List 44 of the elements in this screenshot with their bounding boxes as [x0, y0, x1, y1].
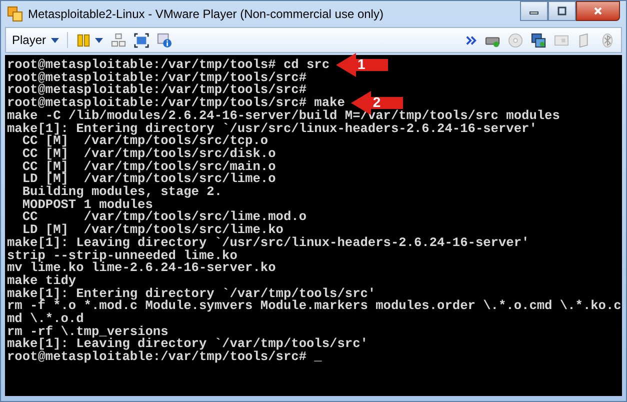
double-chevron-icon[interactable] — [466, 34, 477, 46]
terminal-line: make -C /lib/modules/2.6.24-16-server/build M=/var/tmp/tools/src modules — [7, 110, 560, 123]
terminal-line: strip --strip-unneeded lime.ko — [7, 250, 238, 262]
terminal-line: root@metasploitable:/var/tmp/tools/src# — [7, 72, 306, 84]
maximize-icon — [557, 6, 567, 16]
step-number: 2 — [372, 94, 381, 110]
bluetooth-icon[interactable] — [600, 32, 615, 48]
terminal-line: make[1]: Leaving directory `/var/tmp/tools/src' — [7, 338, 368, 352]
terminal-line: rm -f *.o *.mod.c Module.symvers Module.markers modules.order \.*.o.cmd \.*.ko.c — [7, 300, 622, 314]
terminal-line: root@metasploitable:/var/tmp/tools/src# _ — [7, 351, 322, 364]
terminal-line: root@metasploitable:/var/tmp/tools# cd src — [7, 59, 330, 72]
maximize-button[interactable] — [548, 1, 576, 21]
window-title: Metasploitable2-Linux - VMware Player (Non-commercial use only) — [28, 7, 384, 21]
step-number: 1 — [358, 56, 366, 72]
terminal-line: root@metasploitable:/var/tmp/tools/src# make — [7, 97, 345, 110]
close-icon — [593, 6, 603, 16]
terminal-line: md \.*.o.d — [7, 313, 84, 326]
minimize-button[interactable] — [520, 1, 548, 21]
player-menu[interactable]: Player — [12, 33, 60, 47]
terminal-line: mv lime.ko lime-2.6.24-16-server.ko — [7, 262, 276, 275]
terminal-line: make tidy — [7, 274, 76, 288]
pause-icon[interactable] — [76, 32, 92, 48]
network-adapter-icon[interactable] — [531, 32, 546, 48]
terminal-line: root@metasploitable:/var/tmp/tools/src# — [7, 84, 306, 98]
terminal-line: make[1]: Leaving directory `/usr/src/linux-headers-2.6.24-16-server' — [7, 236, 530, 250]
close-button[interactable] — [576, 1, 620, 21]
terminal-line: CC [M] /var/tmp/tools/src/tcp.o — [22, 135, 268, 148]
terminal-line: rm -rf \.tmp_versions — [7, 326, 168, 338]
terminal-line: CC [M] /var/tmp/tools/src/disk.o — [21, 148, 276, 161]
terminal-line: Building modules, stage 2. — [21, 186, 222, 199]
arrow-icon — [336, 53, 388, 77]
terminal-line: make[1]: Entering directory `/usr/src/linux-headers-2.6.24-16-server' — [7, 122, 537, 136]
network-icon[interactable] — [111, 32, 126, 48]
info-icon[interactable] — [157, 32, 172, 48]
terminal-line: CC [M] /var/tmp/tools/src/main.o — [21, 160, 276, 174]
app-logo-icon — [7, 6, 23, 22]
dropdown-icon[interactable] — [95, 38, 104, 42]
fullscreen-icon[interactable] — [134, 32, 150, 48]
terminal-line: LD [M] /var/tmp/tools/src/lime.ko — [22, 224, 284, 237]
terminal-line: LD [M] /var/tmp/tools/src/lime.o — [21, 173, 276, 186]
terminal-line: make[1]: Entering directory `/var/tmp/tools/src' — [7, 288, 376, 300]
caret-icon — [51, 38, 60, 42]
terminal-line: MODPOST 1 modules — [21, 198, 153, 212]
terminal-line: CC /var/tmp/tools/src/lime.mod.o — [21, 211, 306, 224]
